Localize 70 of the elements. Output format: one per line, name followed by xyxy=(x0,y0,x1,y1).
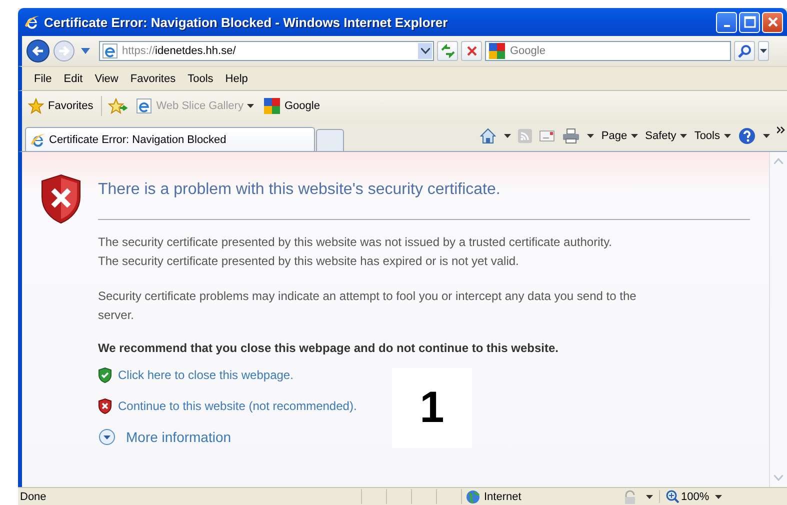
browser-tab[interactable]: Certificate Error: Navigation Blocked xyxy=(25,127,315,151)
back-button[interactable] xyxy=(26,39,50,63)
command-menu-button[interactable]: Safety xyxy=(645,130,688,142)
more-information-link[interactable]: More information xyxy=(126,429,232,445)
caret-icon xyxy=(631,134,638,138)
shield-check-icon xyxy=(98,367,112,383)
maximize-button[interactable] xyxy=(739,12,760,32)
caret-icon[interactable] xyxy=(504,134,512,138)
menu-item[interactable]: View xyxy=(88,72,124,84)
address-field[interactable]: https://idenetdes.hh.se/ xyxy=(99,41,434,61)
add-favorite-icon[interactable] xyxy=(108,98,128,114)
favorites-button[interactable]: Favorites xyxy=(26,98,96,114)
caret-icon xyxy=(760,49,767,53)
caret-icon xyxy=(680,134,688,138)
mail-icon[interactable] xyxy=(539,130,556,142)
shield-error-icon xyxy=(40,174,82,224)
menu-item[interactable]: Help xyxy=(219,72,254,84)
security-zone: Internet xyxy=(484,490,522,502)
star-icon xyxy=(28,98,44,114)
chevron-icon[interactable] xyxy=(777,126,785,134)
window-title: Certificate Error: Navigation Blocked - Windows Internet Explorer xyxy=(44,14,448,30)
annotation-label: 1 xyxy=(392,368,472,448)
paragraph: Security certificate problems may indicate an attempt to fool you or intercept any data you send to the server. xyxy=(98,288,638,324)
expand-icon[interactable] xyxy=(98,428,116,446)
caret-icon[interactable] xyxy=(587,134,594,138)
command-menu-button[interactable]: Tools xyxy=(694,130,731,142)
status-text: Done xyxy=(19,490,48,502)
zoom-icon xyxy=(666,490,679,503)
search-options-button[interactable] xyxy=(758,41,769,61)
close-button[interactable] xyxy=(762,12,783,32)
site-icon xyxy=(264,98,280,114)
caret-icon xyxy=(724,134,731,138)
caret-icon[interactable] xyxy=(763,134,770,138)
command-menu-button[interactable]: Page xyxy=(601,130,638,142)
page-icon xyxy=(136,98,152,114)
page-link[interactable]: Continue to this website (not recommended). xyxy=(118,399,357,413)
menu-item[interactable]: Tools xyxy=(182,72,220,84)
printer-icon[interactable] xyxy=(562,128,580,144)
recommendation-text: We recommend that you close this webpage and do not continue to this website. xyxy=(98,341,560,355)
paragraph: The security certificate presented by this website was not issued by a trusted certificate authority. The security certificate presented by this website has expired or is not yet valid. xyxy=(98,234,614,270)
search-icon xyxy=(738,44,752,58)
menu-item[interactable]: Edit xyxy=(58,72,89,84)
minimize-icon xyxy=(724,25,730,27)
chevron-down-icon xyxy=(420,48,430,54)
globe-icon xyxy=(466,490,480,504)
menu-item[interactable]: File xyxy=(28,72,58,84)
shield-error-icon xyxy=(98,398,112,414)
refresh-icon xyxy=(440,44,454,58)
minimize-button[interactable] xyxy=(716,12,737,32)
browser-logo-icon xyxy=(24,14,40,30)
close-icon xyxy=(766,16,778,28)
search-field[interactable]: Google xyxy=(485,41,731,61)
stop-button[interactable] xyxy=(461,41,482,61)
error-heading: There is a problem with this website's security certificate. xyxy=(98,181,502,199)
page-icon xyxy=(102,43,118,59)
zoom-button[interactable]: 100% xyxy=(659,490,710,503)
refresh-button[interactable] xyxy=(437,41,458,61)
dropdown-button[interactable] xyxy=(418,43,432,59)
home-icon[interactable] xyxy=(479,127,498,145)
search-button[interactable] xyxy=(734,41,755,61)
browser-logo-icon xyxy=(30,132,46,148)
menu-item[interactable]: Favorites xyxy=(124,72,182,84)
maximize-icon xyxy=(744,16,756,28)
caret-icon[interactable] xyxy=(715,494,722,498)
favorite-link[interactable]: Google xyxy=(262,98,322,114)
page-link[interactable]: Click here to close this webpage. xyxy=(118,368,294,382)
stop-icon xyxy=(466,45,478,57)
help-icon[interactable] xyxy=(738,127,756,145)
caret-icon[interactable] xyxy=(646,494,653,498)
caret-icon xyxy=(247,104,254,108)
